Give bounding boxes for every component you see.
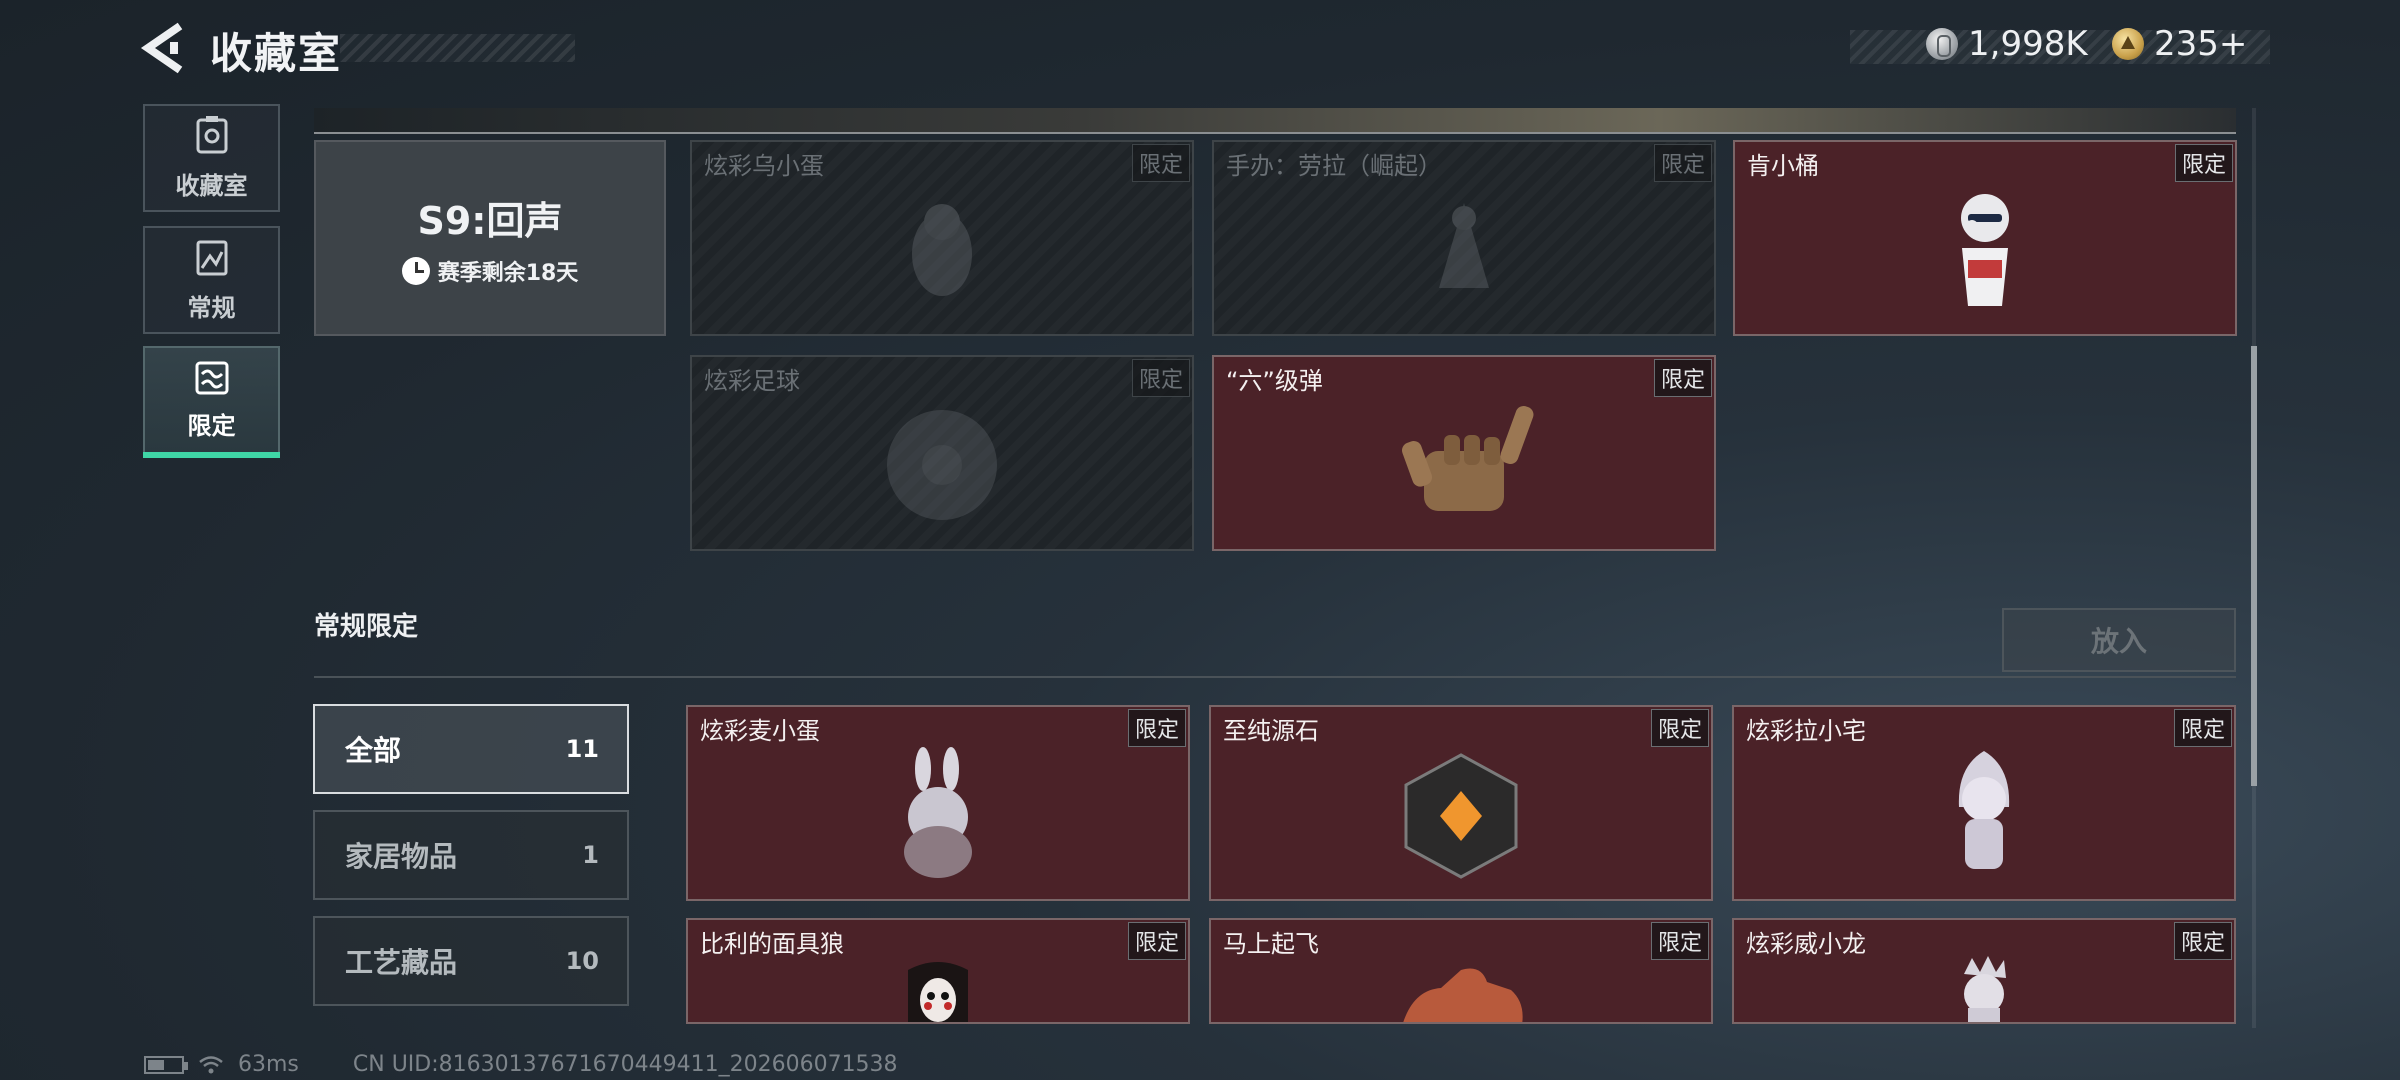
item-name: 炫彩足球 <box>704 367 800 395</box>
gold-currency[interactable]: 235+ <box>2112 24 2247 64</box>
active-tab-indicator <box>143 452 280 458</box>
season-item-card[interactable]: 手办：劳拉（崛起） 限定 <box>1212 140 1716 336</box>
item-name: 炫彩乌小蛋 <box>704 152 824 180</box>
silver-currency-value: 1,998K <box>1968 24 2088 64</box>
limited-badge: 限定 <box>1131 144 1190 182</box>
item-name: 炫彩威小龙 <box>1746 930 1866 958</box>
back-arrow-icon <box>140 22 183 74</box>
nav-item-regular[interactable]: 常规 <box>143 226 280 334</box>
horse-figure-icon <box>1403 968 1523 1022</box>
place-button[interactable]: 放入 <box>2002 608 2236 672</box>
wifi-icon <box>199 1055 223 1073</box>
nav-label-regular: 常规 <box>187 293 236 322</box>
limited-badge: 限定 <box>2173 922 2232 960</box>
battery-icon <box>144 1055 188 1074</box>
item-name: 比利的面具狼 <box>700 930 844 958</box>
limited-badge: 限定 <box>1127 922 1186 960</box>
collection-item-card[interactable]: 马上起飞 限定 <box>1209 918 1713 1024</box>
gold-coin-icon <box>2112 28 2144 60</box>
item-name: 手办：劳拉（崛起） <box>1226 152 1442 180</box>
crystal-stone-icon <box>1404 753 1518 879</box>
filter-home-items[interactable]: 家居物品 1 <box>313 810 629 900</box>
clock-icon <box>401 256 430 285</box>
dragon-figure-icon <box>1964 956 2006 1022</box>
filter-count: 1 <box>582 841 599 869</box>
season-item-card[interactable]: “六”级弹 限定 <box>1212 355 1716 551</box>
collection-item-card[interactable]: 炫彩威小龙 限定 <box>1732 918 2236 1024</box>
scrollbar-thumb[interactable] <box>2251 346 2257 786</box>
limited-badge: 限定 <box>1653 359 1712 397</box>
silver-currency[interactable]: 1,998K <box>1926 24 2088 64</box>
collection-item-card[interactable]: 比利的面具狼 限定 <box>686 918 1190 1024</box>
limited-icon <box>195 361 228 394</box>
season-item-card[interactable]: 炫彩足球 限定 <box>690 355 1194 551</box>
title-decoration <box>340 34 575 62</box>
season-remaining: 赛季剩余18天 <box>401 255 579 287</box>
egg-figure-icon <box>912 204 972 296</box>
regular-icon <box>196 240 227 275</box>
figure-lara-icon <box>1439 203 1489 288</box>
collection-item-card[interactable]: 至纯源石 限定 <box>1209 705 1713 901</box>
season-card: S9:回声 赛季剩余18天 <box>314 140 666 336</box>
season-banner-image <box>314 108 2236 134</box>
back-button[interactable] <box>140 22 190 74</box>
limited-badge: 限定 <box>2174 144 2233 182</box>
item-name: 肯小桶 <box>1747 152 1819 180</box>
section-title: 常规限定 <box>314 612 419 642</box>
filter-count: 10 <box>565 947 599 975</box>
silver-coin-icon <box>1926 28 1958 60</box>
collection-screen: 收藏室 1,998K 235+ 收藏室 常规 限定 S9:回声 赛季剩余18天 … <box>0 0 2400 1080</box>
filter-crafts[interactable]: 工艺藏品 10 <box>313 916 629 1006</box>
hand-gesture-icon <box>1402 405 1534 511</box>
limited-badge: 限定 <box>1650 922 1709 960</box>
item-name: 至纯源石 <box>1223 717 1319 745</box>
collection-icon <box>196 115 227 153</box>
limited-badge: 限定 <box>1127 709 1186 747</box>
limited-badge: 限定 <box>1650 709 1709 747</box>
uid-text: CN UID:816301376716704494​11_20260607153… <box>352 1052 898 1077</box>
filter-label: 工艺藏品 <box>345 946 458 979</box>
limited-badge: 限定 <box>1131 359 1190 397</box>
nav-label-collection: 收藏室 <box>175 171 248 200</box>
collection-item-card[interactable]: 炫彩拉小宅 限定 <box>1732 705 2236 901</box>
filter-count: 11 <box>565 735 599 763</box>
item-name: “六”级弹 <box>1226 367 1323 395</box>
collection-item-card[interactable]: 炫彩麦小蛋 限定 <box>686 705 1190 901</box>
status-bar: 63ms CN UID:816301376716704494​11_202606… <box>144 1052 898 1077</box>
bucket-figure-icon <box>1961 194 2009 306</box>
nav-label-limited: 限定 <box>187 411 236 440</box>
item-name: 炫彩麦小蛋 <box>700 717 820 745</box>
page-title: 收藏室 <box>210 29 343 78</box>
filter-all[interactable]: 全部 11 <box>313 704 629 794</box>
bunny-egg-icon <box>904 747 972 878</box>
item-name: 马上起飞 <box>1223 930 1319 958</box>
season-name: S9:回声 <box>417 198 563 243</box>
item-name: 炫彩拉小宅 <box>1746 717 1866 745</box>
gold-currency-value: 235+ <box>2154 24 2248 64</box>
football-icon <box>887 410 997 520</box>
filter-label: 全部 <box>345 734 402 767</box>
mask-puppet-icon <box>908 962 968 1022</box>
season-item-card[interactable]: 肯小桶 限定 <box>1733 140 2237 336</box>
limited-badge: 限定 <box>2173 709 2232 747</box>
season-remaining-text: 赛季剩余18天 <box>437 260 579 286</box>
filter-label: 家居物品 <box>345 840 458 873</box>
limited-badge: 限定 <box>1653 144 1712 182</box>
hooded-figure-icon <box>1958 751 2010 869</box>
section-divider <box>314 676 2236 678</box>
nav-item-collection[interactable]: 收藏室 <box>143 104 280 212</box>
nav-item-limited[interactable]: 限定 <box>143 346 280 458</box>
ping-text: 63ms <box>238 1052 299 1077</box>
season-item-card[interactable]: 炫彩乌小蛋 限定 <box>690 140 1194 336</box>
